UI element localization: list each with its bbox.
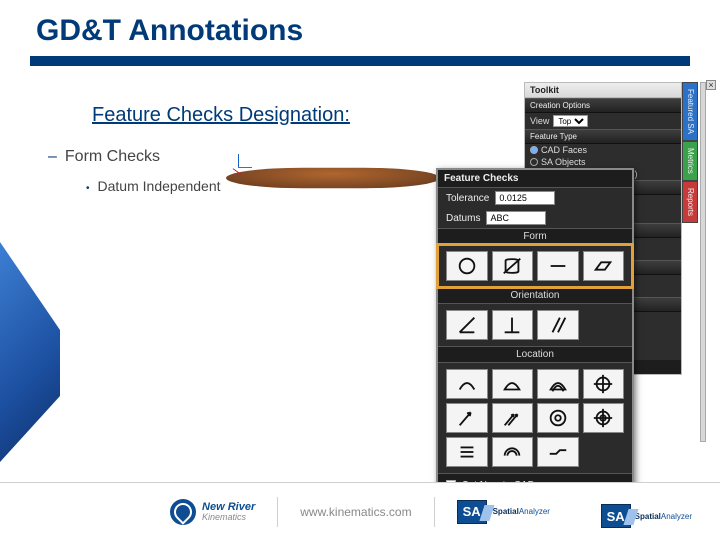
- symbol-total-runout-icon[interactable]: [492, 403, 534, 433]
- tolerance-input[interactable]: [495, 191, 555, 205]
- toolkit-view-select[interactable]: Top: [553, 115, 588, 127]
- rtab-featured[interactable]: Featured SA: [682, 82, 698, 141]
- logo-spatial-analyzer-corner: SA SpatialAnalyzer: [601, 504, 692, 528]
- footer-divider: [277, 497, 278, 527]
- bullet-datum-independent: •Datum Independent: [86, 178, 221, 194]
- bullet-form-checks: –Form Checks: [48, 148, 160, 166]
- symbol-profile-line-icon[interactable]: [446, 369, 488, 399]
- axis-triad: [230, 150, 248, 168]
- rtab-metrics[interactable]: Metrics: [682, 141, 698, 181]
- toolkit-view-row: View Top: [525, 113, 681, 129]
- logo-spatial-analyzer: SA SpatialAnalyzer: [457, 500, 550, 524]
- sa-box-icon: SA: [457, 500, 487, 524]
- sa-label-a2: Spatial: [635, 512, 661, 521]
- toolkit-radio-cad[interactable]: CAD Faces: [525, 144, 681, 156]
- symbol-profile-surface-icon[interactable]: [492, 369, 534, 399]
- symbol-composite-profile-icon[interactable]: [537, 369, 579, 399]
- orientation-grid: [438, 304, 632, 346]
- sa-box-icon: SA: [601, 504, 631, 528]
- symbol-circularity-icon[interactable]: [446, 251, 488, 281]
- nrk-line2: Kinematics: [202, 513, 255, 522]
- symbol-concentric-arcs-icon[interactable]: [492, 437, 534, 467]
- symbol-straightness-icon[interactable]: [537, 251, 579, 281]
- tolerance-label: Tolerance: [446, 193, 489, 204]
- right-tabs: Featured SA Metrics Reports: [682, 82, 698, 223]
- footer-url: www.kinematics.com: [300, 505, 411, 519]
- toolkit-header: Toolkit: [525, 83, 681, 98]
- symbol-parallelism-icon[interactable]: [537, 310, 579, 340]
- datums-row: Datums: [438, 208, 632, 228]
- symbol-cylindricity-icon[interactable]: [492, 251, 534, 281]
- location-grid: [438, 363, 632, 473]
- tolerance-row: Tolerance: [438, 188, 632, 208]
- page-title: GD&T Annotations: [36, 14, 303, 48]
- form-grid: [438, 245, 632, 287]
- toolkit-view-label: View: [530, 116, 549, 126]
- symbol-position-icon[interactable]: [583, 369, 625, 399]
- toolkit-radio-sao[interactable]: SA Objects: [525, 156, 681, 168]
- vertical-scrollbar[interactable]: [700, 82, 706, 442]
- toolkit-radio-sao-label: SA Objects: [541, 157, 586, 167]
- subtitle: Feature Checks Designation:: [92, 104, 350, 127]
- feature-checks-header: Feature Checks: [438, 170, 632, 188]
- symbol-flatness-icon[interactable]: [583, 251, 625, 281]
- close-icon[interactable]: ×: [706, 80, 716, 90]
- datums-input[interactable]: [486, 211, 546, 225]
- symbol-symmetry-icon[interactable]: [446, 437, 488, 467]
- bullet-l2-text: Datum Independent: [98, 178, 221, 194]
- footer-divider: [434, 497, 435, 527]
- sa-label-a: Spatial: [493, 507, 519, 516]
- rtab-reports[interactable]: Reports: [682, 181, 698, 223]
- logo-new-river-kinematics: New River Kinematics: [170, 499, 255, 525]
- symbol-composite-position-icon[interactable]: [583, 403, 625, 433]
- nrk-line1: New River: [202, 502, 255, 513]
- decorative-wedge: [0, 242, 60, 462]
- group-location: Location: [438, 346, 632, 363]
- title-rule: [30, 56, 690, 66]
- symbol-concentricity-icon[interactable]: [537, 403, 579, 433]
- symbol-coplanarity-icon[interactable]: [537, 437, 579, 467]
- bullet-l1-text: Form Checks: [65, 148, 160, 165]
- symbol-angularity-icon[interactable]: [446, 310, 488, 340]
- toolkit-section-creation: Creation Options: [525, 98, 681, 113]
- group-orientation: Orientation: [438, 287, 632, 304]
- feature-checks-panel: Feature Checks Tolerance Datums Form Ori…: [436, 168, 634, 498]
- cad-surface-preview: [226, 168, 440, 188]
- group-form: Form: [438, 228, 632, 245]
- sa-label-b: Analyzer: [519, 507, 550, 516]
- symbol-perpendicularity-icon[interactable]: [492, 310, 534, 340]
- toolkit-radio-cad-label: CAD Faces: [541, 145, 587, 155]
- datums-label: Datums: [446, 213, 480, 224]
- toolkit-section-feature-type: Feature Type: [525, 129, 681, 144]
- symbol-runout-icon[interactable]: [446, 403, 488, 433]
- sa-label-b2: Analyzer: [661, 512, 692, 521]
- nrk-swirl-icon: [170, 499, 196, 525]
